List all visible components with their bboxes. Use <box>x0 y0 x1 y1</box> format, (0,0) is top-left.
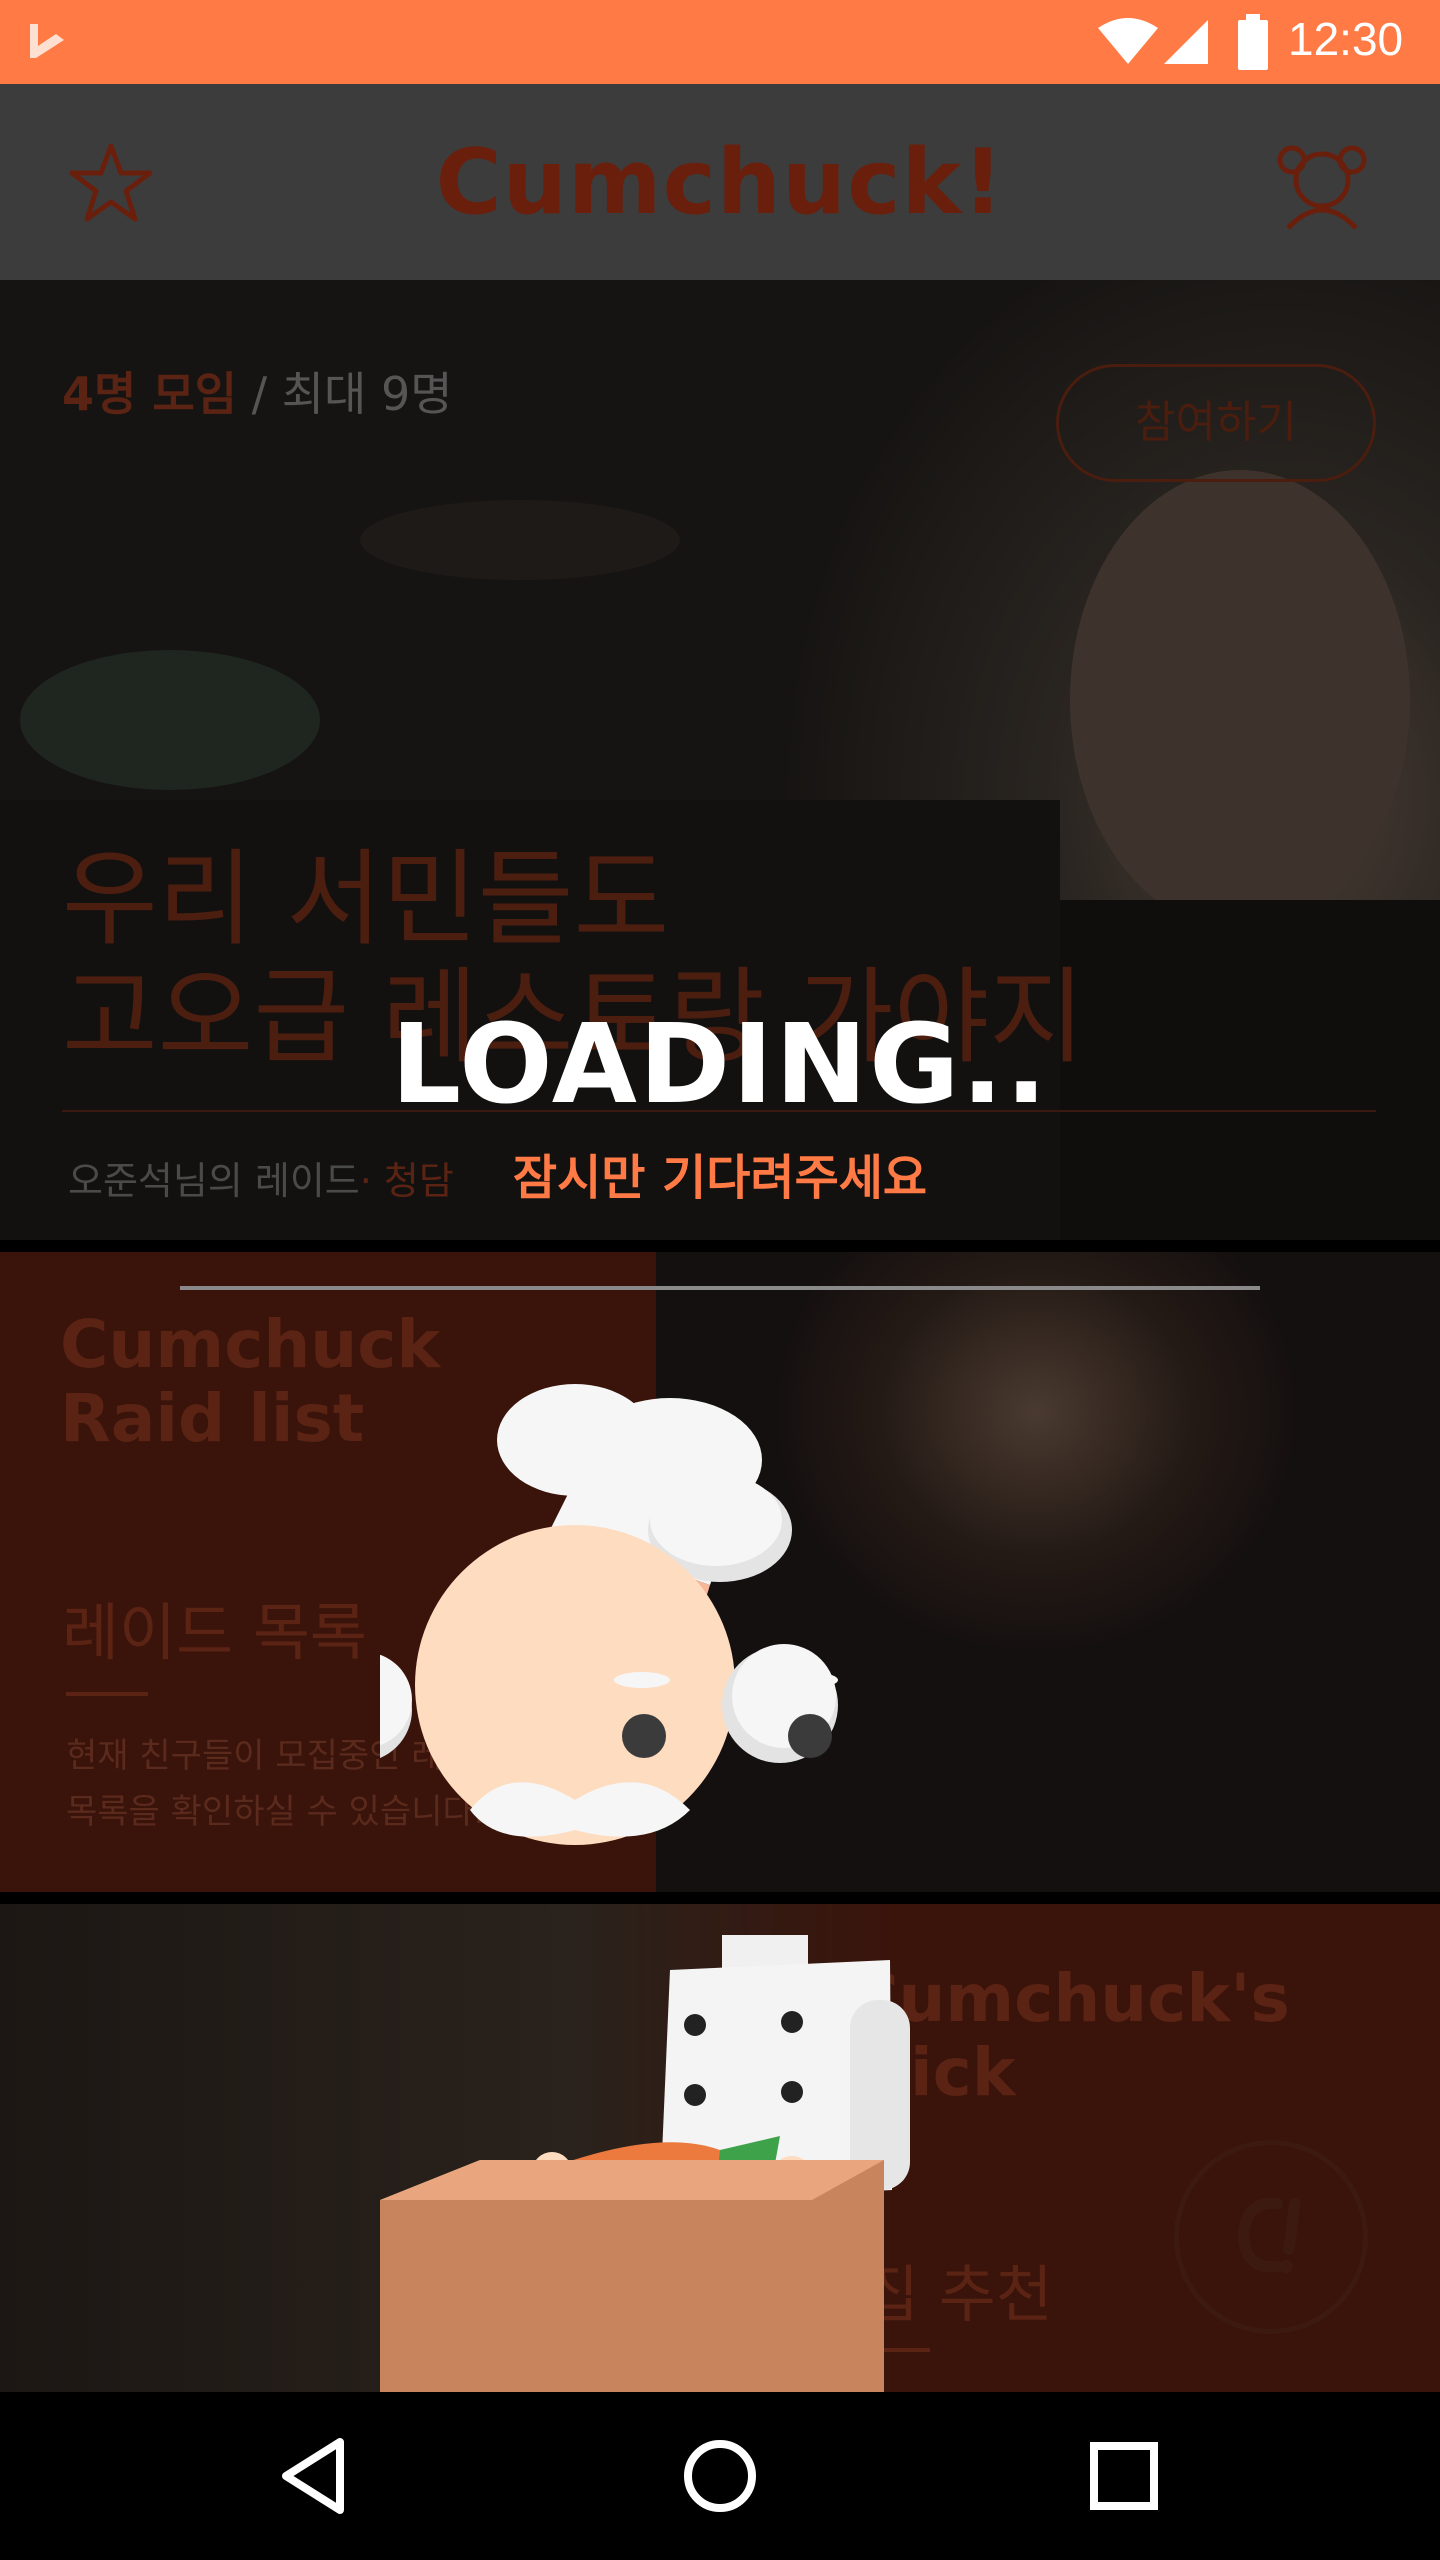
current-count: 4명 모임 <box>62 367 237 421</box>
join-button[interactable]: 참여하기 <box>1056 364 1376 482</box>
battery-icon <box>1238 14 1268 70</box>
signal-icon <box>1164 20 1208 64</box>
wifi-icon <box>1098 18 1158 64</box>
status-time: 12:30 <box>1288 13 1404 65</box>
navigation-bar <box>0 2392 1440 2560</box>
loading-subtitle: 잠시만 기다려주세요 <box>512 1150 928 1206</box>
home-icon[interactable] <box>674 2430 766 2522</box>
back-icon[interactable] <box>270 2430 362 2522</box>
app-header: Cumchuck! <box>0 84 1440 280</box>
loading-progress-line <box>180 1286 1260 1290</box>
profile-icon[interactable] <box>1270 136 1374 232</box>
accent-bar <box>66 1692 148 1696</box>
member-count: 4명 모임 / 최대 9명 <box>62 358 453 424</box>
chef-illustration <box>380 1384 910 2392</box>
app-logo-title: Cumchuck! <box>435 130 1005 235</box>
app-logo-icon <box>30 24 64 58</box>
loading-title: LOADING.. <box>390 1000 1050 1128</box>
cumchuck-fab-icon[interactable] <box>1174 2140 1368 2334</box>
raid-list-subtitle: 레이드 목록 <box>62 1596 367 1669</box>
recents-icon[interactable] <box>1078 2430 1170 2522</box>
raid-title-line1: 우리 서민들도 <box>62 838 670 960</box>
status-bar: 12:30 <box>0 0 1440 84</box>
max-count: / 최대 9명 <box>236 367 453 421</box>
